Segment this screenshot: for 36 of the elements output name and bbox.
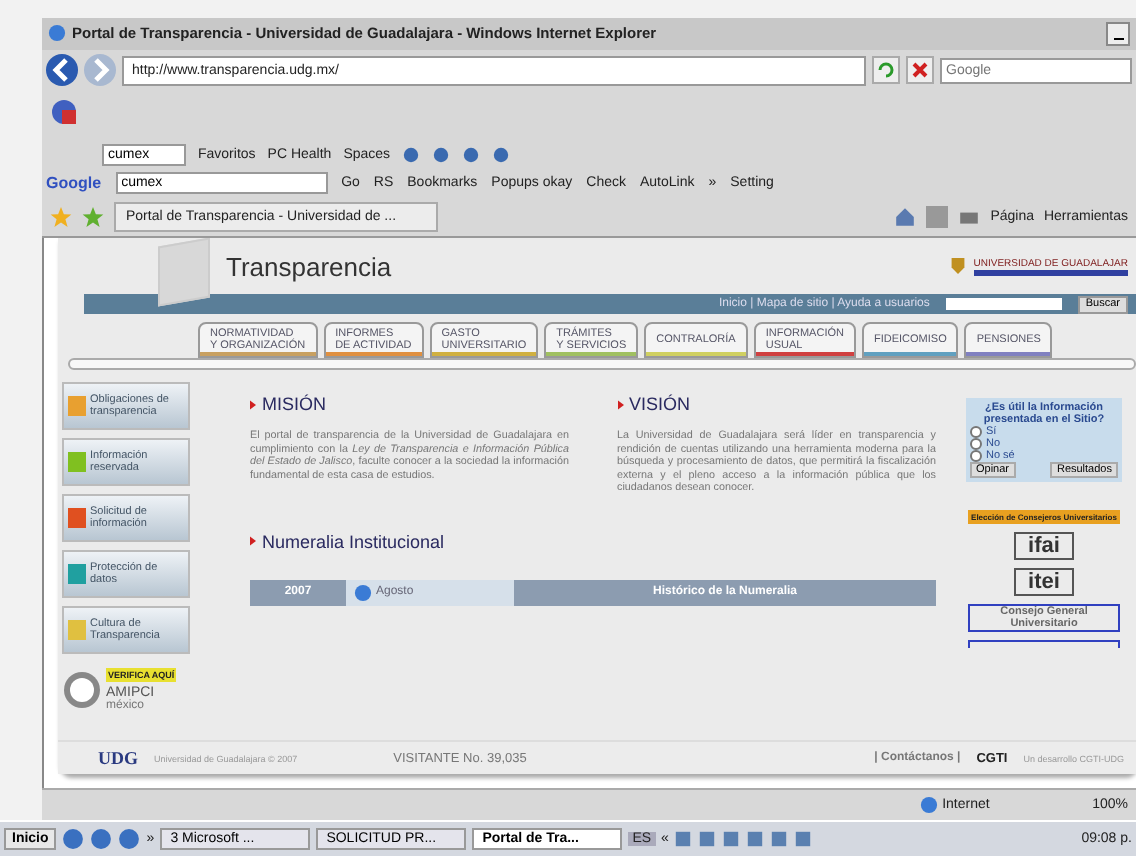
close-icon <box>910 60 930 81</box>
bullet-icon <box>617 399 623 410</box>
bullet-icon <box>250 399 256 410</box>
crest-icon <box>949 256 966 277</box>
refresh-icon <box>876 60 896 81</box>
quick-launch-icon[interactable] <box>118 828 141 850</box>
radio-button[interactable] <box>970 438 982 451</box>
site-title: Transparencia <box>226 251 392 282</box>
section-heading: MISIÓN <box>262 394 327 415</box>
seal-icon <box>62 670 102 711</box>
globe-icon <box>920 796 939 815</box>
minimize-button[interactable] <box>1106 21 1130 46</box>
link-box[interactable] <box>968 640 1120 649</box>
stop-button[interactable] <box>906 56 934 85</box>
google-logo: Google <box>46 174 102 193</box>
radio-button[interactable] <box>970 426 982 439</box>
globe-icon <box>48 24 66 43</box>
toolbar-app-icon[interactable] <box>50 97 78 126</box>
bullet-icon <box>250 536 256 547</box>
refresh-button[interactable] <box>872 56 900 85</box>
globe-icon <box>354 583 372 602</box>
cube-logo <box>158 238 210 308</box>
quick-launch-icon[interactable] <box>62 828 85 850</box>
minimize-icon <box>1113 37 1123 41</box>
add-favorite-icon[interactable] <box>82 206 104 229</box>
section-heading: Numeralia Institucional <box>262 531 445 552</box>
star-icon[interactable] <box>50 206 72 229</box>
logo-link[interactable]: ifai <box>1014 532 1074 561</box>
back-button[interactable] <box>46 54 78 87</box>
search-field[interactable] <box>945 298 1062 311</box>
radio-button[interactable] <box>970 450 982 463</box>
home-icon[interactable] <box>894 206 917 229</box>
quick-launch-icon[interactable] <box>90 828 113 850</box>
footer-logo: UDG <box>98 748 138 769</box>
logo-link[interactable]: itei <box>1014 568 1074 597</box>
section-heading: VISIÓN <box>629 394 691 415</box>
